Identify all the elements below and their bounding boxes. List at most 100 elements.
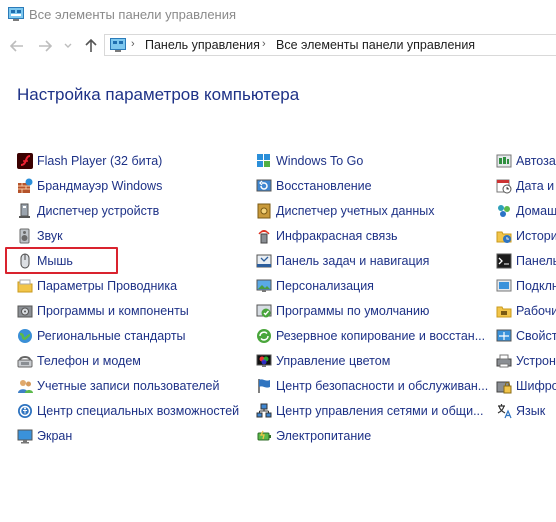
item-credential-manager[interactable]: Диспетчер учетных данных [256,201,435,221]
item-date-time[interactable]: Дата и в [496,176,556,196]
item-label: Flash Player (32 бита) [37,154,163,168]
item-label: Панель [516,254,556,268]
title-bar: Все элементы панели управления [0,0,556,30]
recent-locations-chevron-icon[interactable] [62,37,74,55]
item-phone-modem[interactable]: Телефон и модем [17,351,141,371]
item-label: Подклн [516,279,556,293]
remote-apps-icon [496,278,512,294]
page-title: Настройка параметров компьютера [17,85,300,104]
item-label: Звук [37,229,63,243]
item-color-management[interactable]: Управление цветом [256,351,390,371]
item-file-history[interactable]: Истори [496,226,556,246]
item-label: Учетные записи пользователей [37,379,220,393]
item-label: Центр управления сетями и общи... [276,404,484,418]
item-security-maintenance[interactable]: Центр безопасности и обслуживан... [256,376,488,396]
programs-icon [17,303,33,319]
item-label: Язык [516,404,546,418]
item-label: Электропитание [276,429,372,443]
item-label: Параметры Проводника [37,279,178,293]
file-history-icon [496,228,512,244]
item-label: Windows To Go [276,154,364,168]
date-time-icon [496,178,512,194]
item-recovery[interactable]: Восстановление [256,176,372,196]
item-default-programs[interactable]: Программы по умолчанию [256,301,429,321]
personalization-icon [256,278,272,294]
infrared-icon [256,228,272,244]
item-language[interactable]: Язык [496,401,545,421]
up-arrow-icon[interactable] [82,37,100,55]
item-regional-settings[interactable]: Региональные стандарты [17,326,186,346]
item-label: Панель задач и навигация [276,254,430,268]
item-label: Региональные стандарты [37,329,186,343]
item-label: Рабочи [516,304,556,318]
window-title: Все элементы панели управления [29,7,237,22]
item-label: Управление цветом [276,354,391,368]
item-label: Свойст [516,329,556,343]
item-label: Центр безопасности и обслуживан... [276,379,489,393]
homegroup-icon [496,203,512,219]
item-device-manager[interactable]: Диспетчер устройств [17,201,159,221]
breadcrumb-control-panel[interactable]: Панель управления [145,38,260,52]
item-remote-apps[interactable]: Подклн [496,276,556,296]
item-mouse[interactable]: Мышь [17,251,73,271]
item-sound[interactable]: Звук [17,226,63,246]
item-taskbar-navigation[interactable]: Панель задач и навигация [256,251,429,271]
item-infrared[interactable]: Инфракрасная связь [256,226,398,246]
work-folders-icon [496,303,512,319]
control-panel-icon [8,7,24,21]
encryption-icon [496,378,512,394]
security-center-icon [256,378,272,394]
item-windows-to-go[interactable]: Windows To Go [256,151,363,171]
device-manager-icon [17,203,33,219]
speaker-icon [17,228,33,244]
item-label: Восстановление [276,179,372,193]
back-arrow-icon[interactable] [8,37,26,55]
flash-icon [17,153,33,169]
item-devices-printers[interactable]: Устрон [496,351,556,371]
breadcrumb-separator-icon[interactable]: › [131,38,135,50]
item-label: Устрон [516,354,556,368]
item-label: Программы по умолчанию [276,304,430,318]
item-label: Брандмауэр Windows [37,179,163,193]
item-autoplay[interactable]: Автоза [496,151,556,171]
folder-options-icon [17,278,33,294]
item-panel[interactable]: Панель [496,251,556,271]
item-label: Дата и в [516,179,556,193]
item-properties[interactable]: Свойст [496,326,556,346]
mouse-icon [17,253,33,269]
taskbar-icon [256,253,272,269]
breadcrumb-all-items[interactable]: Все элементы панели управления [276,38,475,52]
phone-modem-icon [17,353,33,369]
item-personalization[interactable]: Персонализация [256,276,374,296]
properties-icon [496,328,512,344]
item-label: Инфракрасная связь [276,229,398,243]
item-flash-player[interactable]: Flash Player (32 бита) [17,151,162,171]
item-power-options[interactable]: Электропитание [256,426,371,446]
item-backup-restore[interactable]: Резервное копирование и восстан... [256,326,485,346]
item-display[interactable]: Экран [17,426,72,446]
item-label: Истори [516,229,556,243]
default-programs-icon [256,303,272,319]
item-firewall[interactable]: Брандмауэр Windows [17,176,162,196]
item-network-center[interactable]: Центр управления сетями и общи... [256,401,483,421]
item-work-folders[interactable]: Рабочи [496,301,556,321]
recovery-icon [256,178,272,194]
item-label: Персонализация [276,279,374,293]
forward-arrow-icon[interactable] [36,37,54,55]
item-programs[interactable]: Программы и компоненты [17,301,189,321]
autoplay-icon [496,153,512,169]
accessibility-icon [17,403,33,419]
item-homegroup[interactable]: Домаш [496,201,556,221]
devices-icon [496,353,512,369]
backup-icon [256,328,272,344]
item-explorer-options[interactable]: Параметры Проводника [17,276,177,296]
item-label: Мышь [37,254,73,268]
breadcrumb-separator-icon[interactable]: › [262,38,266,50]
item-label: Центр специальных возможностей [37,404,240,418]
item-label: Программы и компоненты [37,304,189,318]
item-accessibility-center[interactable]: Центр специальных возможностей [17,401,239,421]
address-bar[interactable]: › Панель управления › Все элементы панел… [104,34,556,56]
item-label: Экран [37,429,73,443]
item-user-accounts[interactable]: Учетные записи пользователей [17,376,220,396]
item-encryption[interactable]: Шифро [496,376,556,396]
